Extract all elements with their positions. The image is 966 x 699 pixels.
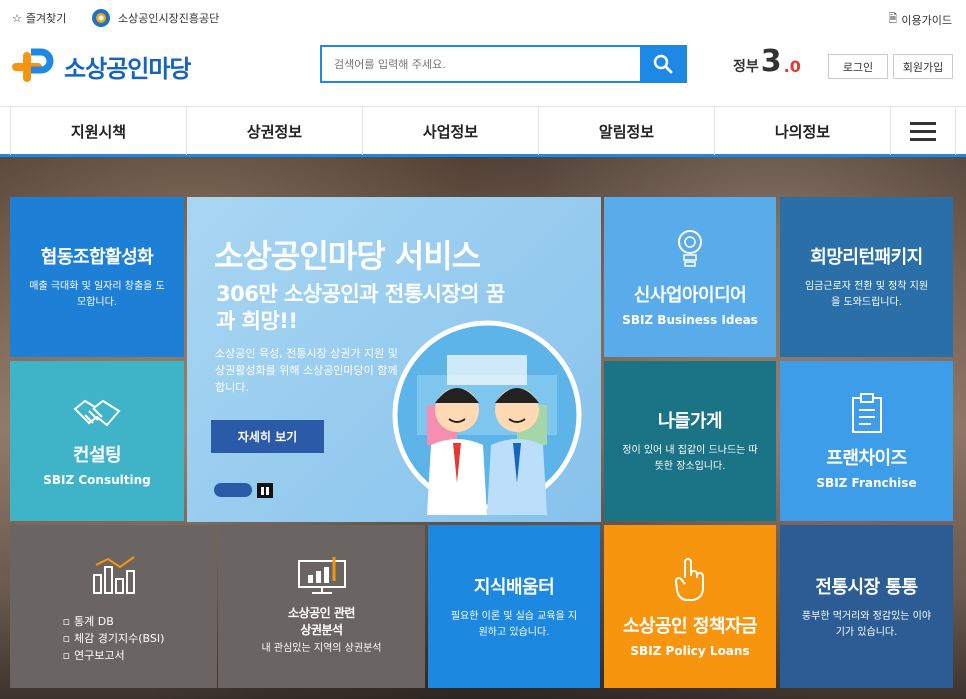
tile-hope-return[interactable]: 희망리턴패키지 임금근로자 전환 및 정착 지원을 도와드립니다. [780,197,953,357]
tile-nadeul-title: 나들가게 [657,411,723,432]
guide-link[interactable]: 🗎 이용가이드 [889,10,952,29]
gov-decimal: .0 [783,57,801,76]
gov-number: 3 [760,44,782,79]
main-nav: 지원시책 상권정보 사업정보 알림정보 나의정보 [0,106,966,157]
search-box [320,45,687,83]
tile-market-title2: 상권분석 [300,623,343,637]
tile-market-desc: 내 관심있는 지역의 상권분석 [261,643,382,654]
tile-trad-title: 전통시장 통통 [815,576,918,598]
site-logo[interactable]: 소상공인마당 [10,46,191,86]
nav-item-mypage[interactable]: 나의정보 [714,107,890,155]
gov30-logo: 정부 3 .0 [733,44,801,79]
tile-statistics[interactable]: 통계 DB 체감 경기지수(BSI) 연구보고서 [10,525,217,688]
monitor-chart-icon [297,557,346,594]
tile-market-title1: 소상공인 관련 [288,606,355,620]
join-button[interactable]: 회원가입 [893,54,953,79]
tile-market-analysis[interactable]: 소상공인 관련 상권분석 내 관심있는 지역의 상권분석 [218,525,425,688]
tile-consulting-title: 컨설팅 [72,445,122,466]
org-link[interactable]: 소상공인시장진흥공단 [90,8,219,28]
banner-title: 소상공인마당 서비스 [214,237,481,275]
document-icon: 🗎 [888,12,898,25]
banner-pager[interactable] [214,483,252,497]
favorites-label: 즐겨찾기 [25,12,67,25]
tile-business-ideas[interactable]: 신사업아이디어 SBIZ Business Ideas [604,197,776,357]
tile-consulting-en: SBIZ Consulting [43,473,151,487]
tile-policy-title: 소상공인 정책자금 [622,615,758,637]
hand-pointer-icon [674,557,704,601]
stats-list: 통계 DB 체감 경기지수(BSI) 연구보고서 [63,613,165,664]
tile-ideas-en: SBIZ Business Ideas [622,313,758,327]
nav-item-support[interactable]: 지원시책 [10,107,186,155]
brand-mark-icon [12,48,54,82]
tile-knowledge-desc: 필요한 이론 및 실습 교육을 지원하고 있습니다. [450,610,578,638]
header: 소상공인마당 정부 3 .0 로그인 회원가입 [0,34,966,106]
tile-nadeul-desc: 정이 있어 내 집같이 드나드는 따뜻한 장소입니다. [622,445,758,472]
nav-item-commercial[interactable]: 상권정보 [186,107,362,155]
clipboard-icon [851,393,882,433]
tile-hope-desc: 임금근로자 전환 및 정착 지원을 도와드립니다. [804,281,929,308]
org-logo-icon [92,9,110,27]
tile-cooperative[interactable]: 협동조합활성화 매출 극대화 및 일자리 창출을 도모합니다. [10,197,184,357]
tile-policy-en: SBIZ Policy Loans [630,643,750,658]
tile-ideas-title: 신사업아이디어 [633,285,747,306]
guide-label: 이용가이드 [901,13,952,27]
tile-trad-desc: 풍부한 먹거리와 정감있는 이야기가 있습니다. [801,610,932,638]
nav-item-business[interactable]: 사업정보 [362,107,538,155]
utility-bar: ☆ 즐겨찾기 소상공인시장진흥공단 🗎 이용가이드 [0,0,966,34]
tile-franchise[interactable]: 프랜차이즈 SBIZ Franchise [780,361,953,521]
tile-traditional-market[interactable]: 전통시장 통통 풍부한 먹거리와 정감있는 이야기가 있습니다. [780,525,953,688]
main-banner: 소상공인마당 서비스 306만 소상공인과 전통시장의 꿈과 희망!! 소상공인… [187,197,601,522]
nav-item-notice[interactable]: 알림정보 [538,107,714,155]
gov-text: 정부 [733,59,759,75]
merchants-illustration [392,320,582,515]
tile-franchise-title: 프랜차이즈 [826,448,907,469]
tile-hope-title: 희망리턴패키지 [810,247,923,268]
handshake-icon [73,399,121,427]
tile-cooperative-title: 협동조합활성화 [40,247,154,268]
tile-knowledge[interactable]: 지식배움터 필요한 이론 및 실습 교육을 지원하고 있습니다. [428,525,600,688]
lightbulb-icon [678,230,702,267]
banner-detail-button[interactable]: 자세히 보기 [211,420,324,453]
tile-consulting[interactable]: 컨설팅 SBIZ Consulting [10,361,184,521]
pause-icon[interactable] [257,483,273,498]
search-input[interactable] [322,47,642,81]
org-name: 소상공인시장진흥공단 [118,12,220,25]
tile-cooperative-desc: 매출 극대화 및 일자리 창출을 도모합니다. [29,281,165,308]
login-button[interactable]: 로그인 [828,54,888,79]
search-icon [653,54,672,74]
favorites-link[interactable]: ☆ 즐겨찾기 [12,10,66,26]
tile-policy-loans[interactable]: 소상공인 정책자금 SBIZ Policy Loans [604,525,776,688]
search-button[interactable] [640,47,685,81]
bar-chart-icon [92,556,135,594]
stats-item-db[interactable]: 통계 DB [63,613,165,630]
tile-nadeul-store[interactable]: 나들가게 정이 있어 내 집같이 드나드는 따뜻한 장소입니다. [604,361,776,521]
tile-franchise-en: SBIZ Franchise [816,476,917,490]
star-icon: ☆ [12,11,22,25]
stats-item-report[interactable]: 연구보고서 [63,647,165,664]
tile-knowledge-title: 지식배움터 [473,576,555,598]
site-name: 소상공인마당 [64,54,191,83]
stats-item-bsi[interactable]: 체감 경기지수(BSI) [63,630,164,647]
banner-description: 소상공인 육성, 전통시장 상권가 지원 및 상권활성화를 위해 소상공인마당이… [215,347,398,394]
hamburger-menu-icon[interactable] [890,107,956,155]
